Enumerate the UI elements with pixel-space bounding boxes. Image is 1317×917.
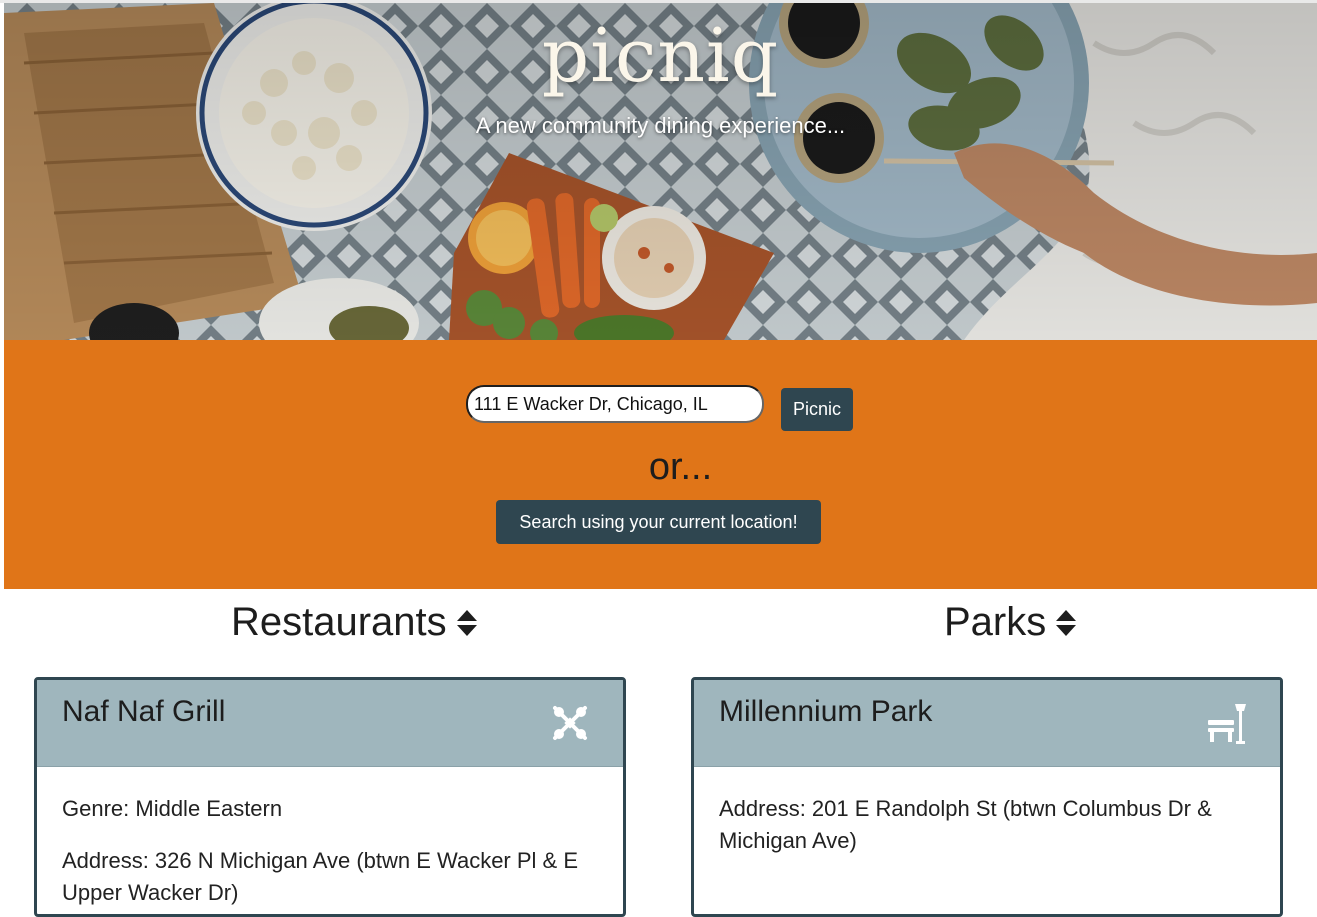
current-location-button[interactable]: Search using your current location!	[496, 500, 821, 544]
restaurant-card-header: Naf Naf Grill	[37, 680, 623, 767]
park-card-body: Address: 201 E Randolph St (btwn Columbu…	[694, 767, 1280, 857]
sort-icon[interactable]	[455, 607, 479, 639]
park-address: Address: 201 E Randolph St (btwn Columbu…	[719, 796, 1212, 853]
restaurant-card-body: Genre: Middle Eastern Address: 326 N Mic…	[37, 767, 623, 909]
search-section: Picnic or... Search using your current l…	[4, 340, 1317, 589]
parks-heading-label: Parks	[944, 600, 1047, 644]
park-bench-icon	[1208, 704, 1246, 744]
restaurant-card[interactable]: Naf Naf Grill Genre: Middle Eastern Addr…	[34, 677, 626, 917]
address-input[interactable]	[466, 385, 764, 423]
site-logo-title: picniq	[541, 13, 780, 99]
park-card-header: Millennium Park	[694, 680, 1280, 767]
hero-banner: picniq A new community dining experience…	[4, 3, 1317, 340]
parks-heading[interactable]: Parks	[944, 600, 1078, 645]
park-name: Millennium Park	[719, 695, 933, 728]
restaurant-name: Naf Naf Grill	[62, 695, 226, 728]
sort-icon[interactable]	[1054, 607, 1078, 639]
utensils-crossed-icon	[553, 706, 587, 740]
site-tagline: A new community dining experience...	[475, 113, 846, 138]
restaurant-address: Address: 326 N Michigan Ave (btwn E Wack…	[62, 848, 579, 905]
or-divider-text: or...	[648, 446, 713, 488]
park-card[interactable]: Millennium Park Address: 201 E Randolph …	[691, 677, 1283, 917]
picnic-button[interactable]: Picnic	[781, 388, 853, 431]
restaurants-heading-label: Restaurants	[231, 600, 447, 644]
restaurants-heading[interactable]: Restaurants	[231, 600, 479, 645]
restaurant-genre: Genre: Middle Eastern	[62, 796, 283, 821]
